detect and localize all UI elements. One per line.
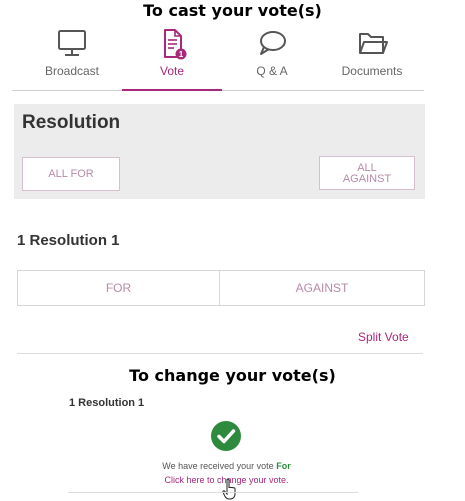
all-against-label-line2: AGAINST <box>342 173 392 185</box>
tab-vote-label: Vote <box>159 64 185 78</box>
for-button[interactable]: FOR <box>18 271 220 305</box>
divider <box>17 353 423 354</box>
change-vote-heading: To change your vote(s) <box>129 366 336 385</box>
check-circle-icon <box>211 421 241 451</box>
folder-icon <box>359 33 388 54</box>
speech-bubble-icon <box>260 31 286 55</box>
ballot-document-icon: 1 <box>164 29 187 60</box>
vote-badge: 1 <box>179 50 184 59</box>
hand-cursor-icon <box>222 478 236 500</box>
cast-vote-heading: To cast your vote(s) <box>143 1 322 20</box>
tab-qa[interactable]: Q & A <box>222 26 322 90</box>
against-button[interactable]: AGAINST <box>220 271 424 305</box>
tab-vote[interactable]: 1 Vote <box>122 26 222 91</box>
tab-bar: Broadcast 1 Vote Q & A Documents <box>12 26 424 91</box>
tab-qa-label: Q & A <box>256 64 288 78</box>
resolution-panel-title: Resolution <box>22 112 121 133</box>
all-for-button[interactable]: ALL FOR <box>22 157 120 191</box>
resolution-heading: 1 Resolution 1 <box>17 232 120 249</box>
vote-button-group: FOR AGAINST <box>17 270 425 306</box>
tab-documents[interactable]: Documents <box>322 26 422 90</box>
tab-broadcast-label: Broadcast <box>44 64 100 78</box>
vote-received-text: We have received your vote <box>162 461 274 471</box>
confirmation-resolution-heading: 1 Resolution 1 <box>69 397 145 409</box>
all-against-button[interactable]: ALL AGAINST <box>319 156 415 190</box>
vote-received-message: We have received your vote For <box>0 461 453 471</box>
tab-documents-label: Documents <box>341 64 403 78</box>
bottom-divider <box>68 492 358 493</box>
active-tab-indicator <box>122 89 222 91</box>
monitor-icon <box>58 30 86 56</box>
split-vote-link[interactable]: Split Vote <box>358 330 409 344</box>
resolution-panel: Resolution ALL FOR ALL AGAINST <box>14 104 425 199</box>
vote-choice: For <box>276 461 291 471</box>
tab-broadcast[interactable]: Broadcast <box>22 26 122 90</box>
